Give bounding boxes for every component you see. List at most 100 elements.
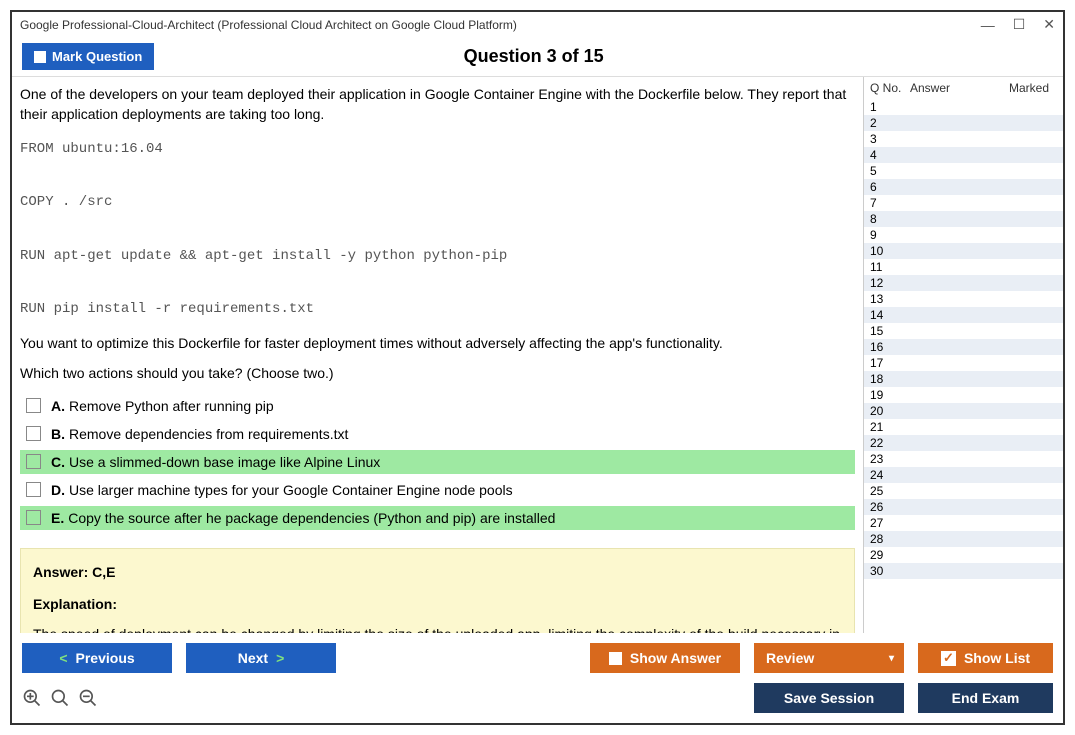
zoom-in-icon[interactable] [22,688,42,708]
show-answer-label: Show Answer [630,650,721,666]
option-D[interactable]: D. Use larger machine types for your Goo… [20,478,855,502]
minimize-icon[interactable]: — [981,17,995,33]
chevron-right-icon: > [276,650,284,666]
window-title: Google Professional-Cloud-Architect (Pro… [20,18,981,32]
nav-row[interactable]: 10 [864,243,1063,259]
footer-row-1: < Previous Next > Show Answer Review ▾ ✓… [22,643,1053,673]
nav-row[interactable]: 4 [864,147,1063,163]
nav-row[interactable]: 1 [864,99,1063,115]
option-text: Use a slimmed-down base image like Alpin… [69,454,380,470]
answer-line: Answer: C,E [33,561,842,583]
review-dropdown[interactable]: Review ▾ [754,643,904,673]
previous-button[interactable]: < Previous [22,643,172,673]
show-answer-button[interactable]: Show Answer [590,643,740,673]
nav-row[interactable]: 2 [864,115,1063,131]
footer-row-2: Save Session End Exam [22,683,1053,713]
nav-row[interactable]: 11 [864,259,1063,275]
col-marked: Marked [990,81,1057,95]
next-label: Next [238,650,268,666]
next-button[interactable]: Next > [186,643,336,673]
options-list: A. Remove Python after running pipB. Rem… [20,394,855,530]
question-followup1: You want to optimize this Dockerfile for… [20,334,855,354]
option-B[interactable]: B. Remove dependencies from requirements… [20,422,855,446]
option-text: Copy the source after he package depende… [68,510,555,526]
content: One of the developers on your team deplo… [12,76,1063,633]
nav-row[interactable]: 14 [864,307,1063,323]
option-letter: D. [51,482,65,498]
explanation-label: Explanation: [33,593,842,615]
zoom-out-icon[interactable] [78,688,98,708]
option-text: Use larger machine types for your Google… [69,482,513,498]
nav-row[interactable]: 23 [864,451,1063,467]
option-E[interactable]: E. Copy the source after he package depe… [20,506,855,530]
nav-row[interactable]: 24 [864,467,1063,483]
nav-row[interactable]: 17 [864,355,1063,371]
option-letter: E. [51,510,64,526]
nav-row[interactable]: 19 [864,387,1063,403]
question-area[interactable]: One of the developers on your team deplo… [12,77,863,633]
dockerfile-code: FROM ubuntu:16.04 COPY . /src RUN apt-ge… [20,136,855,322]
nav-row[interactable]: 21 [864,419,1063,435]
checkbox-icon [609,652,622,665]
nav-row[interactable]: 6 [864,179,1063,195]
question-intro: One of the developers on your team deplo… [20,85,855,124]
titlebar: Google Professional-Cloud-Architect (Pro… [12,12,1063,37]
chevron-left-icon: < [59,650,67,666]
save-session-button[interactable]: Save Session [754,683,904,713]
save-session-label: Save Session [784,690,874,706]
option-checkbox[interactable] [26,426,41,441]
nav-row[interactable]: 22 [864,435,1063,451]
nav-list[interactable]: 1234567891011121314151617181920212223242… [864,99,1063,633]
nav-row[interactable]: 15 [864,323,1063,339]
previous-label: Previous [76,650,135,666]
nav-row[interactable]: 27 [864,515,1063,531]
col-answer: Answer [910,81,990,95]
nav-row[interactable]: 18 [864,371,1063,387]
option-checkbox[interactable] [26,510,41,525]
nav-row[interactable]: 5 [864,163,1063,179]
checked-icon: ✓ [941,651,956,666]
question-nav-panel: Q No. Answer Marked 12345678910111213141… [863,77,1063,633]
nav-row[interactable]: 12 [864,275,1063,291]
nav-row[interactable]: 30 [864,563,1063,579]
end-exam-button[interactable]: End Exam [918,683,1053,713]
show-list-button[interactable]: ✓ Show List [918,643,1053,673]
option-checkbox[interactable] [26,482,41,497]
nav-row[interactable]: 26 [864,499,1063,515]
zoom-controls [22,688,98,708]
option-C[interactable]: C. Use a slimmed-down base image like Al… [20,450,855,474]
nav-row[interactable]: 29 [864,547,1063,563]
explanation-text: The speed of deployment can be changed b… [33,623,842,633]
nav-row[interactable]: 7 [864,195,1063,211]
option-A[interactable]: A. Remove Python after running pip [20,394,855,418]
col-qno: Q No. [870,81,910,95]
footer: < Previous Next > Show Answer Review ▾ ✓… [12,633,1063,723]
nav-row[interactable]: 8 [864,211,1063,227]
option-letter: C. [51,454,65,470]
nav-row[interactable]: 16 [864,339,1063,355]
option-text: Remove Python after running pip [69,398,274,414]
option-checkbox[interactable] [26,398,41,413]
show-list-label: Show List [964,650,1030,666]
maximize-icon[interactable]: ☐ [1013,16,1026,33]
nav-row[interactable]: 28 [864,531,1063,547]
header: Mark Question Question 3 of 15 [12,37,1063,76]
end-exam-label: End Exam [952,690,1020,706]
nav-row[interactable]: 25 [864,483,1063,499]
nav-row[interactable]: 20 [864,403,1063,419]
zoom-reset-icon[interactable] [50,688,70,708]
question-followup2: Which two actions should you take? (Choo… [20,364,855,384]
window-controls: — ☐ ✕ [981,16,1055,33]
close-icon[interactable]: ✕ [1043,16,1055,33]
option-text: Remove dependencies from requirements.tx… [69,426,348,442]
nav-row[interactable]: 3 [864,131,1063,147]
nav-row[interactable]: 9 [864,227,1063,243]
option-checkbox[interactable] [26,454,41,469]
review-label: Review [766,650,814,666]
nav-header: Q No. Answer Marked [864,77,1063,99]
option-letter: A. [51,398,65,414]
option-letter: B. [51,426,65,442]
nav-row[interactable]: 13 [864,291,1063,307]
app-window: Google Professional-Cloud-Architect (Pro… [10,10,1065,725]
chevron-down-icon: ▾ [889,653,894,664]
